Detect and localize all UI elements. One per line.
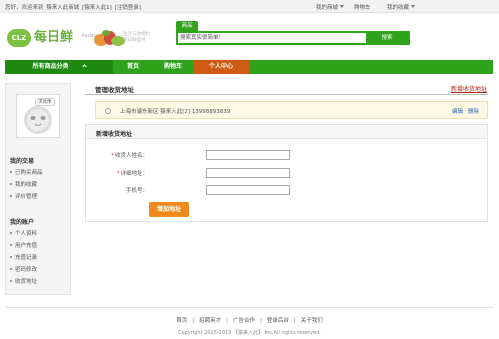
copyright-text: Copyright 2015-2019 【猿来入此】 Inc.All right… (178, 330, 321, 336)
chevron-down-icon (340, 5, 345, 8)
bullet-icon (10, 195, 12, 197)
favorites-menu[interactable]: 我的收藏 (387, 3, 416, 11)
search-tab-products[interactable]: 商品 (176, 21, 198, 31)
delete-address-button[interactable]: 删除 (468, 107, 479, 115)
sidebar-item-recharge-history[interactable]: 充值记录 (10, 253, 37, 261)
sidebar-item-label: 充值记录 (15, 255, 38, 261)
phone-label: 手机号： (125, 188, 148, 194)
my-store-menu[interactable]: 我的商城 (316, 3, 345, 11)
avatar-tag: 求具像 (35, 98, 55, 106)
chevron-down-icon (411, 5, 416, 8)
address-row: 上海市浦东新区 猿来入此[2] 13998893839 编辑 删除 (95, 101, 488, 119)
footer-link-about[interactable]: 关于我们 (301, 318, 323, 324)
sidebar-item-recharge[interactable]: 用户充值 (10, 241, 37, 249)
footer-link-home[interactable]: 首页 (176, 318, 187, 324)
top-cart-label: 购物车 (354, 5, 371, 11)
sidebar: 求具像 我的交易 已购买商品 我的收藏 评价管理 我的账户 个人资料 用户充值 … (5, 83, 71, 295)
edit-address-button[interactable]: 编辑 (452, 107, 463, 115)
bullet-icon (10, 244, 12, 246)
top-links: 我的商城 购物车 我的收藏 (269, 3, 499, 11)
sidebar-item-label: 密码修改 (15, 267, 38, 273)
sidebar-item-favorites[interactable]: 我的收藏 (10, 180, 37, 188)
my-account-title: 我的账户 (10, 219, 35, 226)
vegetables-icon (94, 30, 125, 46)
nav-home[interactable]: 首页 (113, 60, 153, 74)
nav-all-categories[interactable]: 所有商品分类 (5, 60, 113, 74)
site-name: 猿来入此商城 (46, 5, 80, 11)
bullet-icon (10, 171, 12, 173)
avatar[interactable]: 求具像 (16, 94, 60, 138)
footer-separator: | (192, 318, 195, 324)
logout-link[interactable]: [注销登录] (115, 5, 141, 11)
search-input[interactable] (178, 33, 366, 43)
recipient-input[interactable] (206, 150, 290, 160)
logo-text: 每日鲜 (34, 30, 74, 45)
logo-badge: CLZ (7, 29, 31, 47)
footer-separator: | (260, 318, 262, 324)
detail-address-label-text: 详细地址： (120, 171, 148, 177)
footer-link-advertising[interactable]: 广告合作 (233, 318, 255, 324)
address-phone: 13998893839 (191, 109, 231, 115)
sidebar-item-label: 已购买商品 (15, 170, 43, 176)
welcome-text: 您好，欢迎来到 猿来入此商城 [猿来入此1] [注销登录] (5, 3, 142, 11)
phone-input[interactable] (206, 185, 290, 195)
sidebar-item-label: 收货地址 (15, 279, 38, 285)
site-logo[interactable]: CLZ 每日鲜 freshfood 生活与你相约 每日鲜提供 (7, 24, 157, 52)
required-mark: * (111, 153, 114, 159)
new-address-form: 新增收货地址 *收货人姓名： *详细地址： 手机号： 增加地址 (85, 124, 488, 222)
sidebar-item-address[interactable]: 收货地址 (10, 277, 37, 285)
detail-address-input[interactable] (206, 168, 290, 178)
slogan-line-2: 每日鲜提供 (123, 38, 146, 43)
sidebar-item-label: 评价管理 (15, 194, 38, 200)
bullet-icon (10, 256, 12, 258)
page-title: 管理收货地址 (95, 86, 134, 94)
sidebar-item-label: 用户充值 (15, 243, 38, 249)
top-bar: 您好，欢迎来到 猿来入此商城 [猿来入此1] [注销登录] 我的商城 购物车 我… (0, 0, 499, 13)
search-button[interactable]: 搜索 (366, 33, 408, 43)
bullet-icon (10, 268, 12, 270)
chevron-up-icon (81, 64, 87, 69)
logo-slogan: 生活与你相约 每日鲜提供 (123, 32, 150, 44)
footer-divider (5, 307, 493, 308)
bullet-icon (10, 280, 12, 282)
username-link[interactable]: [猿来入此1] (82, 5, 112, 11)
top-cart-link[interactable]: 购物车 (354, 3, 371, 11)
sidebar-item-profile[interactable]: 个人资料 (10, 229, 37, 237)
sidebar-item-password[interactable]: 密码修改 (10, 265, 37, 273)
recipient-label-text: 收货人姓名： (114, 153, 148, 159)
sidebar-item-purchased[interactable]: 已购买商品 (10, 168, 43, 176)
nav-cart[interactable]: 购物车 (153, 60, 193, 74)
greeting-text: 您好，欢迎来到 (5, 5, 44, 11)
footer-link-careers[interactable]: 招聘英才 (199, 318, 221, 324)
address-radio[interactable] (105, 108, 111, 114)
main-nav: 所有商品分类 首页 购物车 个人中心 (5, 60, 493, 74)
sidebar-item-label: 我的收藏 (15, 182, 38, 188)
detail-address-label: *详细地址： (91, 169, 148, 177)
bullet-icon (10, 232, 12, 234)
footer-separator: | (293, 318, 296, 324)
footer-link-admin-login[interactable]: 登录后台 (267, 318, 289, 324)
address-name: 猿来入此[2] (160, 109, 191, 115)
form-header: 新增收货地址 (86, 125, 487, 139)
title-divider (85, 94, 488, 95)
favorites-label: 我的收藏 (387, 5, 410, 11)
address-city: 上海市浦东新区 (120, 109, 159, 115)
sidebar-item-reviews[interactable]: 评价管理 (10, 192, 37, 200)
address-text: 上海市浦东新区 猿来入此[2] 13998893839 (120, 107, 230, 115)
nav-personal-center[interactable]: 个人中心 (193, 60, 249, 74)
nav-all-categories-label: 所有商品分类 (32, 63, 69, 70)
my-trades-title: 我的交易 (10, 158, 35, 165)
sidebar-item-label: 个人资料 (15, 231, 38, 237)
search-box: 搜索 (176, 31, 410, 45)
footer-separator: | (226, 318, 228, 324)
bullet-icon (10, 183, 12, 185)
footer-links: 首页 | 招聘英才 | 广告合作 | 登录后台 | 关于我们 (0, 316, 499, 324)
add-address-link[interactable]: 新增收货地址 (451, 84, 487, 93)
recipient-label: *收货人姓名： (91, 151, 148, 159)
form-title: 新增收货地址 (96, 131, 133, 138)
my-store-label: 我的商城 (316, 5, 339, 11)
add-address-button[interactable]: 增加地址 (149, 202, 189, 217)
